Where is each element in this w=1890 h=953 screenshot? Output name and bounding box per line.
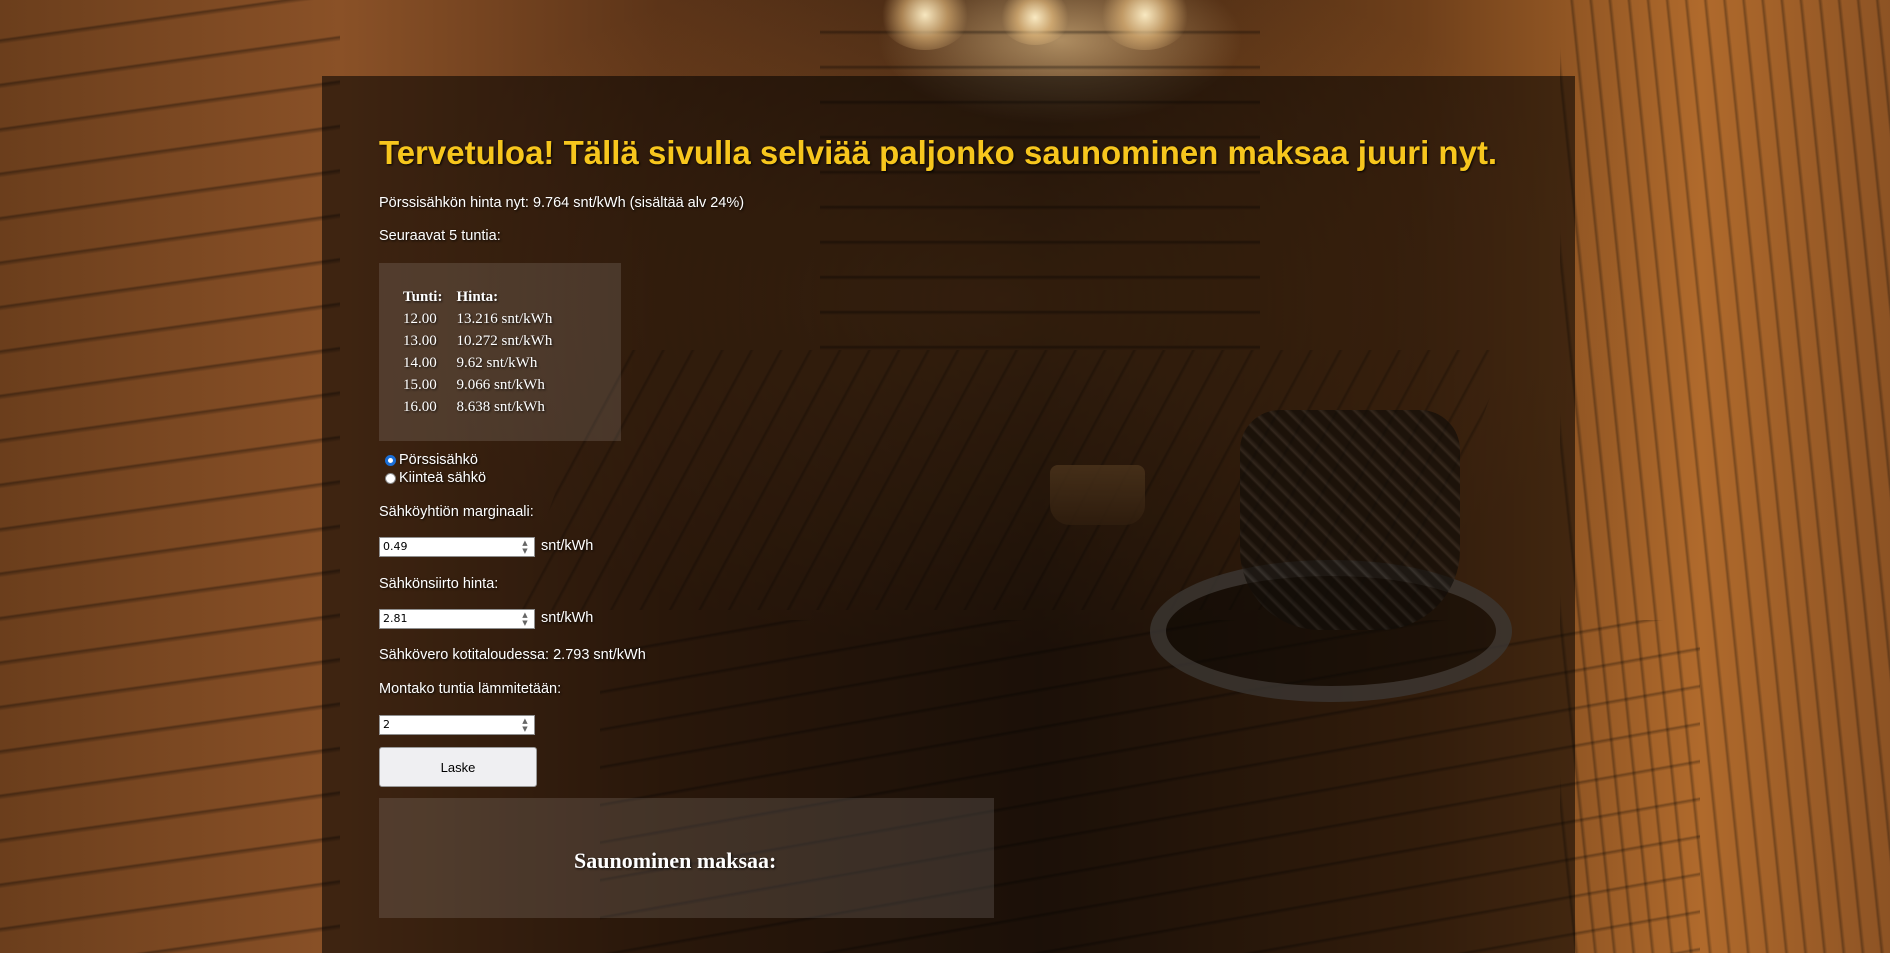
table-row: 16.00 8.638 snt/kWh: [403, 396, 566, 418]
transfer-label: Sähkönsiirto hinta:: [379, 576, 499, 592]
margin-label: Sähköyhtiön marginaali:: [379, 504, 534, 520]
result-box: Saunominen maksaa:: [379, 798, 994, 918]
hour-cell: 16.00: [403, 398, 437, 415]
transfer-input[interactable]: 2.81 ▲ ▼: [379, 609, 535, 629]
hour-cell: 14.00: [403, 354, 437, 371]
hours-value: 2: [383, 718, 390, 731]
table-row: 15.00 9.066 snt/kWh: [403, 374, 566, 396]
hours-label: Montako tuntia lämmitetään:: [379, 681, 562, 697]
price-cell: 9.066 snt/kWh: [456, 376, 545, 393]
radio-fixed-label: Kiinteä sähkö: [399, 470, 487, 486]
spinner-icon[interactable]: ▲ ▼: [518, 717, 532, 733]
table-row: 14.00 9.62 snt/kWh: [403, 352, 566, 374]
margin-value: 0.49: [383, 540, 408, 553]
radio-fixed-electricity[interactable]: Kiinteä sähkö: [385, 470, 486, 486]
price-cell: 9.62 snt/kWh: [456, 354, 538, 371]
price-cell: 10.272 snt/kWh: [456, 332, 553, 349]
price-cell: 13.216 snt/kWh: [456, 310, 553, 327]
result-title: Saunominen maksaa:: [574, 848, 777, 873]
next-hours-table: Tunti: Hinta: 12.00 13.216 snt/kWh 13.00…: [403, 287, 566, 418]
hour-cell: 15.00: [403, 376, 437, 393]
price-cell: 8.638 snt/kWh: [456, 398, 545, 415]
column-header-price: Hinta:: [456, 288, 499, 305]
transfer-unit: snt/kWh: [541, 610, 594, 626]
transfer-value: 2.81: [383, 612, 408, 625]
table-row: 13.00 10.272 snt/kWh: [403, 330, 566, 352]
next-hours-label: Seuraavat 5 tuntia:: [379, 228, 501, 244]
spinner-icon[interactable]: ▲ ▼: [518, 539, 532, 555]
margin-input[interactable]: 0.49 ▲ ▼: [379, 537, 535, 557]
radio-unchecked-icon[interactable]: [385, 472, 396, 484]
radio-spot-electricity[interactable]: Pörssisähkö: [385, 452, 478, 468]
main-panel: Tervetuloa! Tällä sivulla selviää paljon…: [322, 76, 1575, 953]
hour-cell: 13.00: [403, 332, 437, 349]
table-row: 12.00 13.216 snt/kWh: [403, 308, 566, 330]
radio-checked-icon[interactable]: [385, 454, 396, 466]
margin-unit: snt/kWh: [541, 538, 594, 554]
tax-text: Sähkövero kotitaloudessa: 2.793 snt/kWh: [379, 647, 646, 663]
spot-price-text: Pörssisähkön hinta nyt: 9.764 snt/kWh (s…: [379, 195, 745, 211]
next-hours-box: Tunti: Hinta: 12.00 13.216 snt/kWh 13.00…: [379, 263, 621, 441]
hours-input[interactable]: 2 ▲ ▼: [379, 715, 535, 735]
column-header-hour: Tunti:: [403, 288, 443, 305]
calculate-button[interactable]: Laske: [379, 747, 537, 787]
hour-cell: 12.00: [403, 310, 437, 327]
spinner-icon[interactable]: ▲ ▼: [518, 611, 532, 627]
page-title: Tervetuloa! Tällä sivulla selviää paljon…: [379, 134, 1498, 171]
radio-spot-label: Pörssisähkö: [399, 452, 478, 468]
